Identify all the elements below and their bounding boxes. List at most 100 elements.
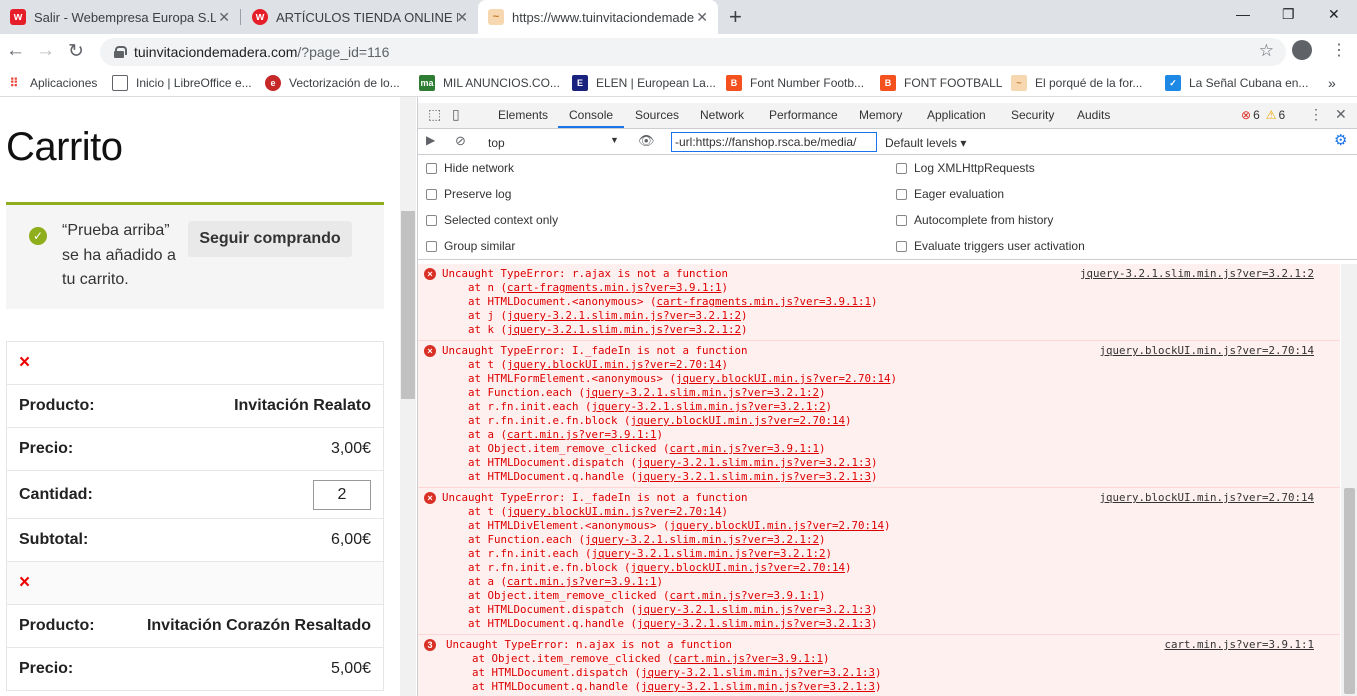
checkbox[interactable] [896, 214, 907, 226]
sidebar-toggle-icon[interactable]: ▶ [426, 133, 435, 147]
profile-avatar-icon[interactable] [1292, 40, 1312, 60]
new-tab-plus-icon[interactable]: + [729, 4, 742, 30]
continue-shopping-button[interactable]: Seguir comprando [188, 221, 352, 257]
tab-audits[interactable]: Audits [1077, 108, 1110, 122]
frame-source-link[interactable]: jquery-3.2.1.slim.min.js?ver=3.2.1:2 [507, 323, 741, 336]
back-arrow-icon[interactable]: ← [6, 40, 25, 62]
tab-memory[interactable]: Memory [859, 108, 902, 122]
frame-source-link[interactable]: cart.min.js?ver=3.9.1:1 [507, 428, 657, 441]
bookmark-star-icon[interactable]: ☆ [1259, 41, 1274, 61]
tab-security[interactable]: Security [1011, 108, 1054, 122]
frame-source-link[interactable]: cart-fragments.min.js?ver=3.9.1:1 [507, 281, 722, 294]
checkbox[interactable] [426, 162, 437, 174]
frame-source-link[interactable]: jquery.blockUI.min.js?ver=2.70:14 [631, 561, 846, 574]
browser-tab-1[interactable]: w Salir - Webempresa Europa S.L. ✕ [0, 0, 240, 34]
frame-source-link[interactable]: cart.min.js?ver=3.9.1:1 [670, 589, 820, 602]
window-close-icon[interactable]: ✕ [1328, 6, 1340, 23]
frame-source-link[interactable]: jquery-3.2.1.slim.min.js?ver=3.2.1:2 [507, 309, 741, 322]
console-error-entry[interactable]: × Uncaught TypeError: I._fadeIn is not a … [418, 341, 1340, 488]
checkbox[interactable] [426, 240, 437, 252]
frame-source-link[interactable]: jquery.blockUI.min.js?ver=2.70:14 [670, 519, 885, 532]
option-evaluate-triggers[interactable]: Evaluate triggers user activation [896, 239, 1085, 253]
scrollbar-thumb[interactable] [401, 211, 415, 399]
devtools-close-icon[interactable]: ✕ [1335, 106, 1347, 123]
bookmark-el-porque[interactable]: ~ El porqué de la for... [1011, 75, 1142, 91]
inspect-element-icon[interactable]: ⬚ [428, 106, 441, 123]
live-expression-eye-icon[interactable]: 👁 [638, 133, 655, 149]
frame-source-link[interactable]: jquery-3.2.1.slim.min.js?ver=3.2.1:3 [637, 470, 871, 483]
tab-performance[interactable]: Performance [769, 108, 838, 122]
frame-source-link[interactable]: cart.min.js?ver=3.9.1:1 [507, 575, 657, 588]
minimize-icon[interactable]: — [1236, 6, 1250, 22]
close-tab-icon[interactable]: ✕ [696, 9, 708, 26]
frame-source-link[interactable]: jquery.blockUI.min.js?ver=2.70:14 [631, 414, 846, 427]
frame-source-link[interactable]: jquery-3.2.1.slim.min.js?ver=3.2.1:3 [637, 617, 871, 630]
browser-tab-2[interactable]: w ARTÍCULOS TIENDA ONLINE NO ✕ [242, 0, 478, 34]
tab-application[interactable]: Application [927, 108, 986, 122]
tab-network[interactable]: Network [700, 108, 744, 122]
frame-source-link[interactable]: cart.min.js?ver=3.9.1:1 [674, 652, 824, 665]
remove-item-icon[interactable]: × [19, 352, 30, 374]
frame-source-link[interactable]: jquery-3.2.1.slim.min.js?ver=3.2.1:2 [592, 547, 826, 560]
frame-source-link[interactable]: jquery.blockUI.min.js?ver=2.70:14 [676, 372, 891, 385]
error-source-link[interactable]: jquery-3.2.1.slim.min.js?ver=3.2.1:2 [1080, 267, 1314, 281]
option-selected-context[interactable]: Selected context only [426, 213, 558, 227]
tab-console[interactable]: Console [557, 108, 625, 128]
close-tab-icon[interactable]: ✕ [456, 9, 468, 26]
quantity-input[interactable]: 2 [313, 479, 371, 510]
option-hide-network[interactable]: Hide network [426, 161, 514, 175]
scrollbar-thumb[interactable] [1344, 488, 1355, 694]
log-levels-dropdown[interactable]: Default levels ▾ [885, 136, 966, 150]
frame-source-link[interactable]: jquery-3.2.1.slim.min.js?ver=3.2.1:3 [641, 680, 875, 693]
option-preserve-log[interactable]: Preserve log [426, 187, 511, 201]
bookmark-font-number[interactable]: B Font Number Footb... [726, 75, 864, 91]
frame-source-link[interactable]: cart-fragments.min.js?ver=3.9.1:1 [657, 295, 872, 308]
address-bar[interactable]: tuinvitaciondemadera.com/?page_id=116 ☆ [100, 38, 1286, 66]
context-select[interactable]: top [488, 136, 505, 150]
checkbox[interactable] [426, 214, 437, 226]
frame-source-link[interactable]: jquery-3.2.1.slim.min.js?ver=3.2.1:2 [592, 400, 826, 413]
tab-elements[interactable]: Elements [498, 108, 548, 122]
console-settings-gear-icon[interactable]: ⚙ [1334, 131, 1347, 149]
checkbox[interactable] [426, 188, 437, 200]
error-source-link[interactable]: cart.min.js?ver=3.9.1:1 [1164, 638, 1314, 652]
forward-arrow-icon[interactable]: → [36, 40, 55, 62]
browser-tab-3-active[interactable]: ~ https://www.tuinvitaciondemade ✕ [478, 0, 718, 34]
console-error-entry[interactable]: 3 Uncaught TypeError: n.ajax is not a fun… [418, 635, 1340, 696]
option-autocomplete[interactable]: Autocomplete from history [896, 213, 1053, 227]
console-scrollbar[interactable] [1341, 264, 1357, 696]
product-name[interactable]: Invitación Realato [234, 397, 371, 415]
menu-kebab-icon[interactable]: ⋮ [1331, 40, 1347, 60]
frame-source-link[interactable]: jquery-3.2.1.slim.min.js?ver=3.2.1:3 [637, 456, 871, 469]
option-group-similar[interactable]: Group similar [426, 239, 515, 253]
clear-console-icon[interactable]: ⊘ [455, 133, 466, 149]
devtools-menu-kebab-icon[interactable]: ⋮ [1309, 106, 1323, 123]
bookmark-vectorizacion[interactable]: e Vectorización de lo... [265, 75, 400, 91]
error-count-badge[interactable]: ⊗ 6 ⚠ 6 [1241, 108, 1285, 122]
bookmark-milanuncios[interactable]: ma MIL ANUNCIOS.CO... [419, 75, 560, 91]
tab-sources[interactable]: Sources [635, 108, 679, 122]
close-tab-icon[interactable]: ✕ [218, 9, 230, 26]
console-error-entry[interactable]: × Uncaught TypeError: r.ajax is not a fun… [418, 264, 1340, 341]
option-eager-eval[interactable]: Eager evaluation [896, 187, 1004, 201]
console-error-entry[interactable]: × Uncaught TypeError: I._fadeIn is not a … [418, 488, 1340, 635]
page-scrollbar[interactable] [400, 97, 416, 696]
frame-source-link[interactable]: jquery-3.2.1.slim.min.js?ver=3.2.1:2 [585, 533, 819, 546]
error-source-link[interactable]: jquery.blockUI.min.js?ver=2.70:14 [1099, 344, 1314, 358]
checkbox[interactable] [896, 162, 907, 174]
product-name[interactable]: Invitación Corazón Resaltado [147, 617, 371, 635]
bookmark-senal-cubana[interactable]: ✓ La Señal Cubana en... [1165, 75, 1308, 91]
error-source-link[interactable]: jquery.blockUI.min.js?ver=2.70:14 [1099, 491, 1314, 505]
option-log-xhr[interactable]: Log XMLHttpRequests [896, 161, 1035, 175]
frame-source-link[interactable]: jquery-3.2.1.slim.min.js?ver=3.2.1:3 [637, 603, 871, 616]
frame-source-link[interactable]: cart.min.js?ver=3.9.1:1 [670, 442, 820, 455]
checkbox[interactable] [896, 240, 907, 252]
remove-item-icon[interactable]: × [19, 572, 30, 594]
frame-source-link[interactable]: jquery-3.2.1.slim.min.js?ver=3.2.1:2 [585, 386, 819, 399]
device-toolbar-icon[interactable]: ▯ [452, 106, 460, 123]
restore-icon[interactable]: ❐ [1282, 6, 1295, 23]
bookmark-apps[interactable]: ⠿ Aplicaciones [6, 75, 98, 91]
frame-source-link[interactable]: jquery-3.2.1.slim.min.js?ver=3.2.1:3 [641, 666, 875, 679]
bookmark-elen[interactable]: E ELEN | European La... [572, 75, 716, 91]
console-filter-input[interactable]: -url:https://fanshop.rsca.be/media/ [671, 132, 877, 152]
